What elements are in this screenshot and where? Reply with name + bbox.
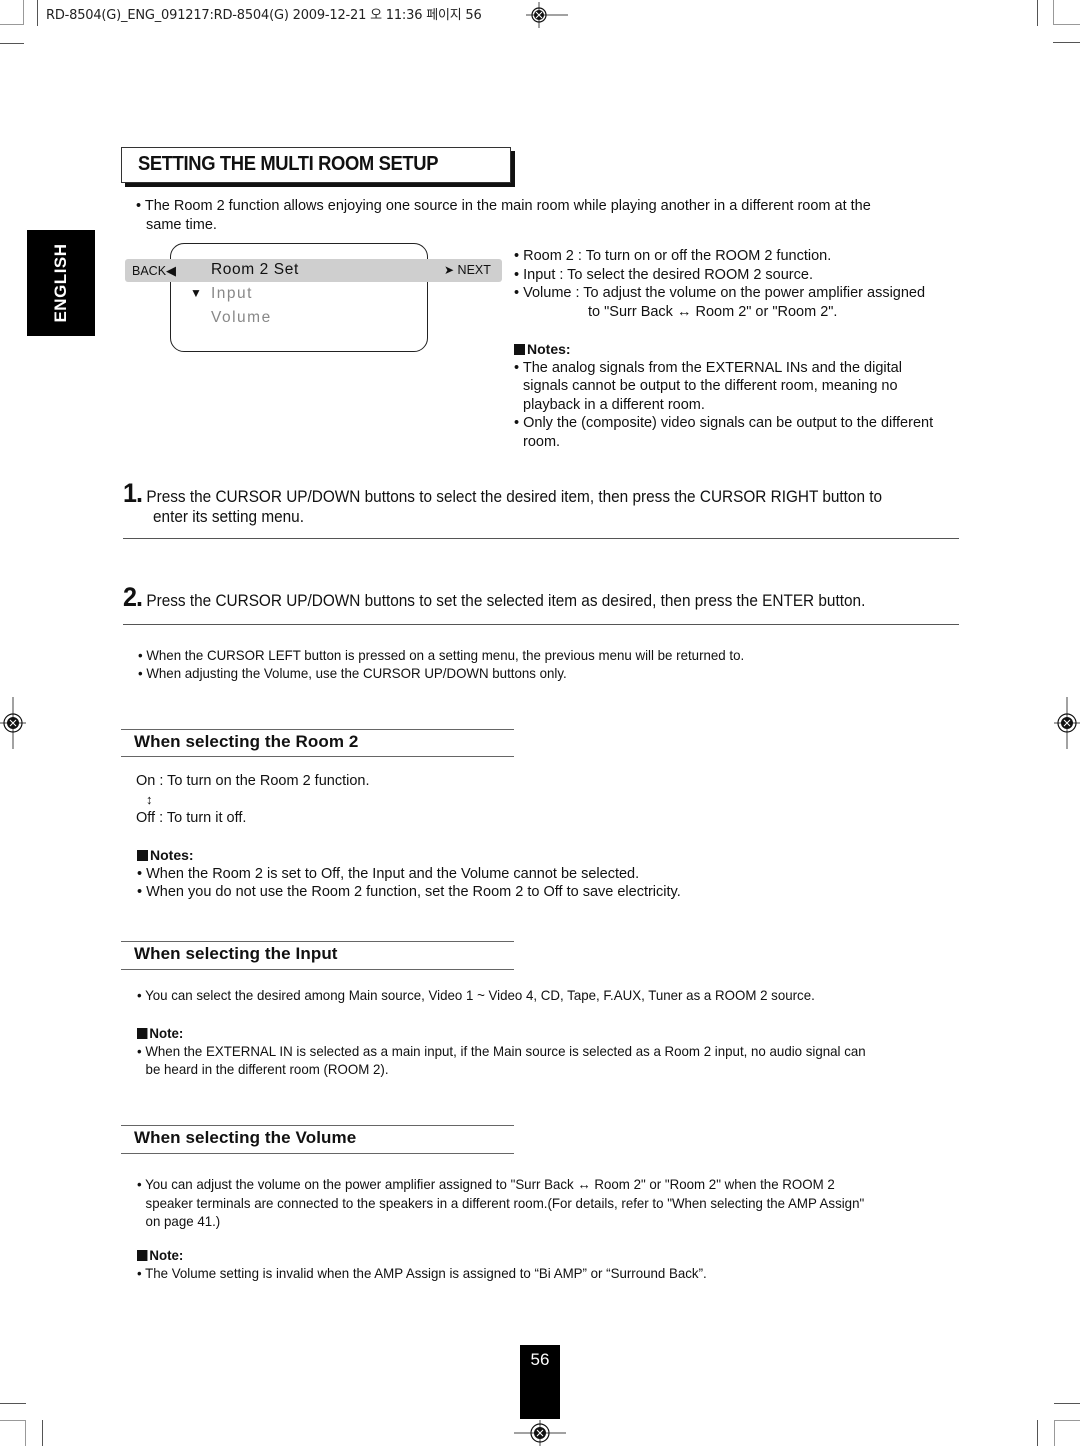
room2-off-text: Off : To turn it off. (136, 810, 247, 826)
divider (123, 624, 959, 625)
note-line: • Only the (composite) video signals can… (514, 415, 934, 431)
step-1-continuation: enter its setting menu. (153, 508, 304, 526)
registration-mark-icon (526, 2, 568, 28)
notes-heading: Notes: (137, 846, 681, 865)
crop-mark (1054, 1420, 1080, 1421)
intro-text: • The Room 2 function allows enjoying on… (136, 197, 871, 234)
note-line: • When you do not use the Room 2 functio… (137, 884, 681, 900)
section-rule-top (121, 941, 514, 942)
note-line: • When the Room 2 is set to Off, the Inp… (137, 865, 640, 882)
crop-mark (0, 43, 24, 44)
volume-body-line: on page 41.) (145, 1213, 221, 1229)
registration-mark-icon (0, 697, 26, 749)
top-notes: Notes: • The analog signals from the EXT… (514, 340, 933, 451)
section-title-box: SETTING THE MULTI ROOM SETUP (121, 147, 511, 183)
step-number: 1. (123, 478, 143, 508)
note-line: • The Volume setting is invalid when the… (137, 1265, 707, 1281)
volume-body: • You can adjust the volume on the power… (137, 1175, 864, 1231)
description-line: • Volume : To adjust the volume on the p… (514, 285, 926, 301)
menu-item-descriptions: • Room 2 : To turn on or off the ROOM 2 … (514, 247, 925, 321)
step-text: Press the CURSOR UP/DOWN buttons to sele… (146, 488, 883, 506)
section-heading-volume: When selecting the Volume (134, 1128, 357, 1147)
page-title: SETTING THE MULTI ROOM SETUP (138, 153, 439, 175)
note-line: • The analog signals from the EXTERNAL I… (514, 359, 902, 376)
section-heading-room2: When selecting the Room 2 (134, 732, 359, 751)
page-number-tab: 56 (520, 1345, 560, 1419)
step-note-line: • When adjusting the Volume, use the CUR… (138, 665, 567, 681)
note-heading: Note: (137, 1024, 866, 1042)
toggle-arrows-icon: ↕ (146, 792, 153, 807)
note-line: • When the EXTERNAL IN is selected as a … (137, 1043, 866, 1059)
description-line: • Input : To select the desired ROOM 2 s… (514, 266, 813, 283)
crop-mark (1053, 42, 1080, 43)
crop-mark (1037, 0, 1038, 26)
step-notes: • When the CURSOR LEFT button is pressed… (138, 646, 744, 682)
section-rule-bottom (121, 969, 514, 970)
crop-mark (23, 0, 24, 25)
step-1: 1. Press the CURSOR UP/DOWN buttons to s… (123, 478, 882, 509)
osd-menu-item-volume: Volume (211, 309, 272, 326)
print-header: RD-8504(G)_ENG_091217:RD-8504(G) 2009-12… (46, 8, 482, 23)
intro-line: • The Room 2 function allows enjoying on… (136, 198, 871, 214)
osd-back-label: BACK (132, 264, 167, 278)
input-body: • You can select the desired among Main … (137, 987, 815, 1003)
section-rule-top (121, 1125, 514, 1126)
square-bullet-icon (137, 1250, 148, 1261)
note-line: playback in a different room. (523, 396, 705, 413)
arrow-right-icon: ➤ (444, 263, 455, 277)
step-note-line: • When the CURSOR LEFT button is pressed… (138, 647, 745, 663)
square-bullet-icon (137, 850, 148, 861)
crop-mark (0, 1420, 26, 1421)
crop-mark (0, 24, 24, 25)
registration-mark-icon (514, 1420, 566, 1446)
section-heading-input: When selecting the Input (134, 944, 338, 963)
osd-next-button: ➤ NEXT (444, 263, 491, 277)
osd-menu-title: Room 2 Set (211, 261, 299, 278)
crop-mark (1037, 1420, 1038, 1446)
room2-notes: Notes: • When the Room 2 is set to Off, … (137, 846, 681, 902)
square-bullet-icon (514, 344, 525, 355)
crop-mark (1054, 1420, 1055, 1446)
room2-on-text: On : To turn on the Room 2 function. (136, 773, 370, 789)
section-rule-bottom (121, 1153, 514, 1154)
crop-mark (25, 1420, 26, 1446)
step-text: Press the CURSOR UP/DOWN buttons to set … (146, 592, 866, 610)
note-heading: Note: (137, 1246, 707, 1264)
triangle-left-icon: ◀ (166, 263, 177, 278)
crop-mark (1054, 1403, 1080, 1404)
osd-menu-item-input: Input (211, 285, 253, 302)
note-line: be heard in the different room (ROOM 2). (145, 1061, 389, 1077)
description-line: to "Surr Back ↔ Room 2" or "Room 2". (588, 303, 838, 320)
volume-body-line: • You can adjust the volume on the power… (137, 1176, 835, 1192)
section-rule-bottom (121, 756, 514, 757)
language-tab: ENGLISH (27, 230, 95, 336)
volume-body-line: speaker terminals are connected to the s… (145, 1194, 865, 1211)
section-rule-top (121, 729, 514, 730)
osd-next-label: NEXT (457, 263, 491, 277)
crop-mark (1053, 24, 1080, 25)
crop-mark (42, 1420, 43, 1446)
registration-mark-icon (1054, 697, 1080, 749)
page-number: 56 (530, 1350, 550, 1369)
volume-note: Note: • The Volume setting is invalid wh… (137, 1246, 707, 1282)
divider (123, 538, 959, 539)
step-number: 2. (123, 582, 143, 612)
input-note: Note: • When the EXTERNAL IN is selected… (137, 1024, 866, 1078)
note-line: signals cannot be output to the differen… (523, 378, 898, 394)
crop-mark (1053, 0, 1054, 25)
language-tab-label: ENGLISH (51, 243, 70, 323)
step-2: 2. Press the CURSOR UP/DOWN buttons to s… (123, 582, 865, 613)
note-line: room. (523, 433, 561, 450)
intro-line: same time. (146, 216, 217, 233)
crop-mark (37, 0, 38, 26)
square-bullet-icon (137, 1028, 148, 1039)
description-line: • Room 2 : To turn on or off the ROOM 2 … (514, 248, 832, 264)
notes-heading: Notes: (514, 340, 933, 359)
triangle-down-icon: ▼ (190, 286, 202, 300)
crop-mark (0, 1403, 26, 1404)
osd-back-button: BACK◀ (132, 263, 176, 279)
